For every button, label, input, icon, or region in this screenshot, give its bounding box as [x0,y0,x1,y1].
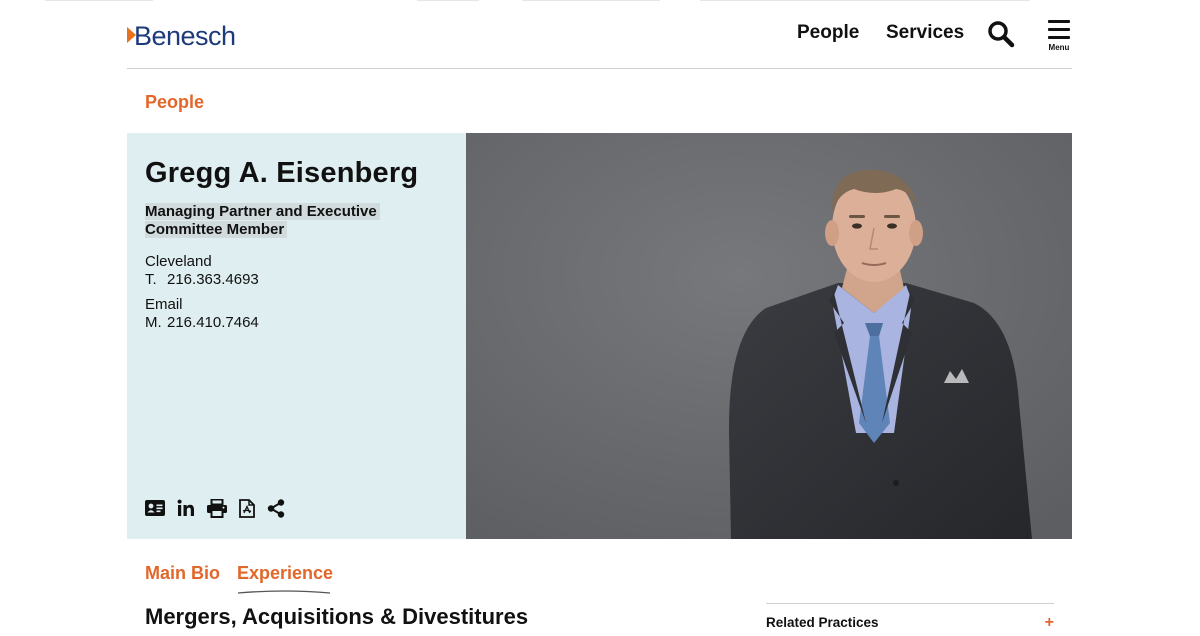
linkedin-icon[interactable] [177,499,195,517]
section-title: Mergers, Acquisitions & Divestitures [145,604,529,629]
related-practices: Related Practices + [766,603,1054,631]
menu-button[interactable]: Menu [1045,20,1073,56]
logo-wordmark: Benesch [134,21,236,51]
phone-prefix: T. [145,271,157,288]
profile-actions [145,497,297,519]
profile-photo [466,133,1072,539]
tab-experience[interactable]: Experience [237,563,333,584]
active-tab-underline [237,590,331,594]
profile-hero: Gregg A. Eisenberg Managing Partner and … [127,133,1072,539]
phone-number: 216.363.4693 [167,271,259,288]
related-divider [766,603,1054,604]
profile-phone[interactable]: T. 216.363.4693 [145,271,259,289]
nav-people[interactable]: People [797,20,859,46]
nav-services[interactable]: Services [886,20,964,46]
benesch-logo[interactable]: Benesch [127,20,236,52]
profile-mobile[interactable]: M. 216.410.7464 [145,314,259,332]
search-icon[interactable] [987,20,1015,48]
menu-label: Menu [1048,43,1070,52]
vcard-icon[interactable] [145,500,165,516]
logo-mark-icon [127,27,136,43]
header-divider [127,68,1072,69]
related-practices-label: Related Practices [766,615,879,630]
profile-name: Gregg A. Eisenberg [145,157,419,189]
pdf-icon[interactable] [239,498,255,518]
hamburger-icon [1045,20,1073,39]
tab-main-bio[interactable]: Main Bio [145,563,220,584]
profile-email-link[interactable]: Email [145,296,183,314]
profile-info-panel: Gregg A. Eisenberg Managing Partner and … [127,133,466,539]
mobile-prefix: M. [145,314,162,331]
expand-plus-icon[interactable]: + [1045,615,1054,631]
print-icon[interactable] [207,498,227,518]
related-practices-header[interactable]: Related Practices + [766,615,1054,631]
profile-title: Managing Partner and Executive Committee… [145,203,380,238]
share-icon[interactable] [267,498,285,518]
profile-title-text: Managing Partner and Executive Committee… [145,203,380,238]
breadcrumb-people[interactable]: People [145,92,204,113]
profile-office[interactable]: Cleveland [145,253,212,271]
mobile-number: 216.410.7464 [167,314,259,331]
